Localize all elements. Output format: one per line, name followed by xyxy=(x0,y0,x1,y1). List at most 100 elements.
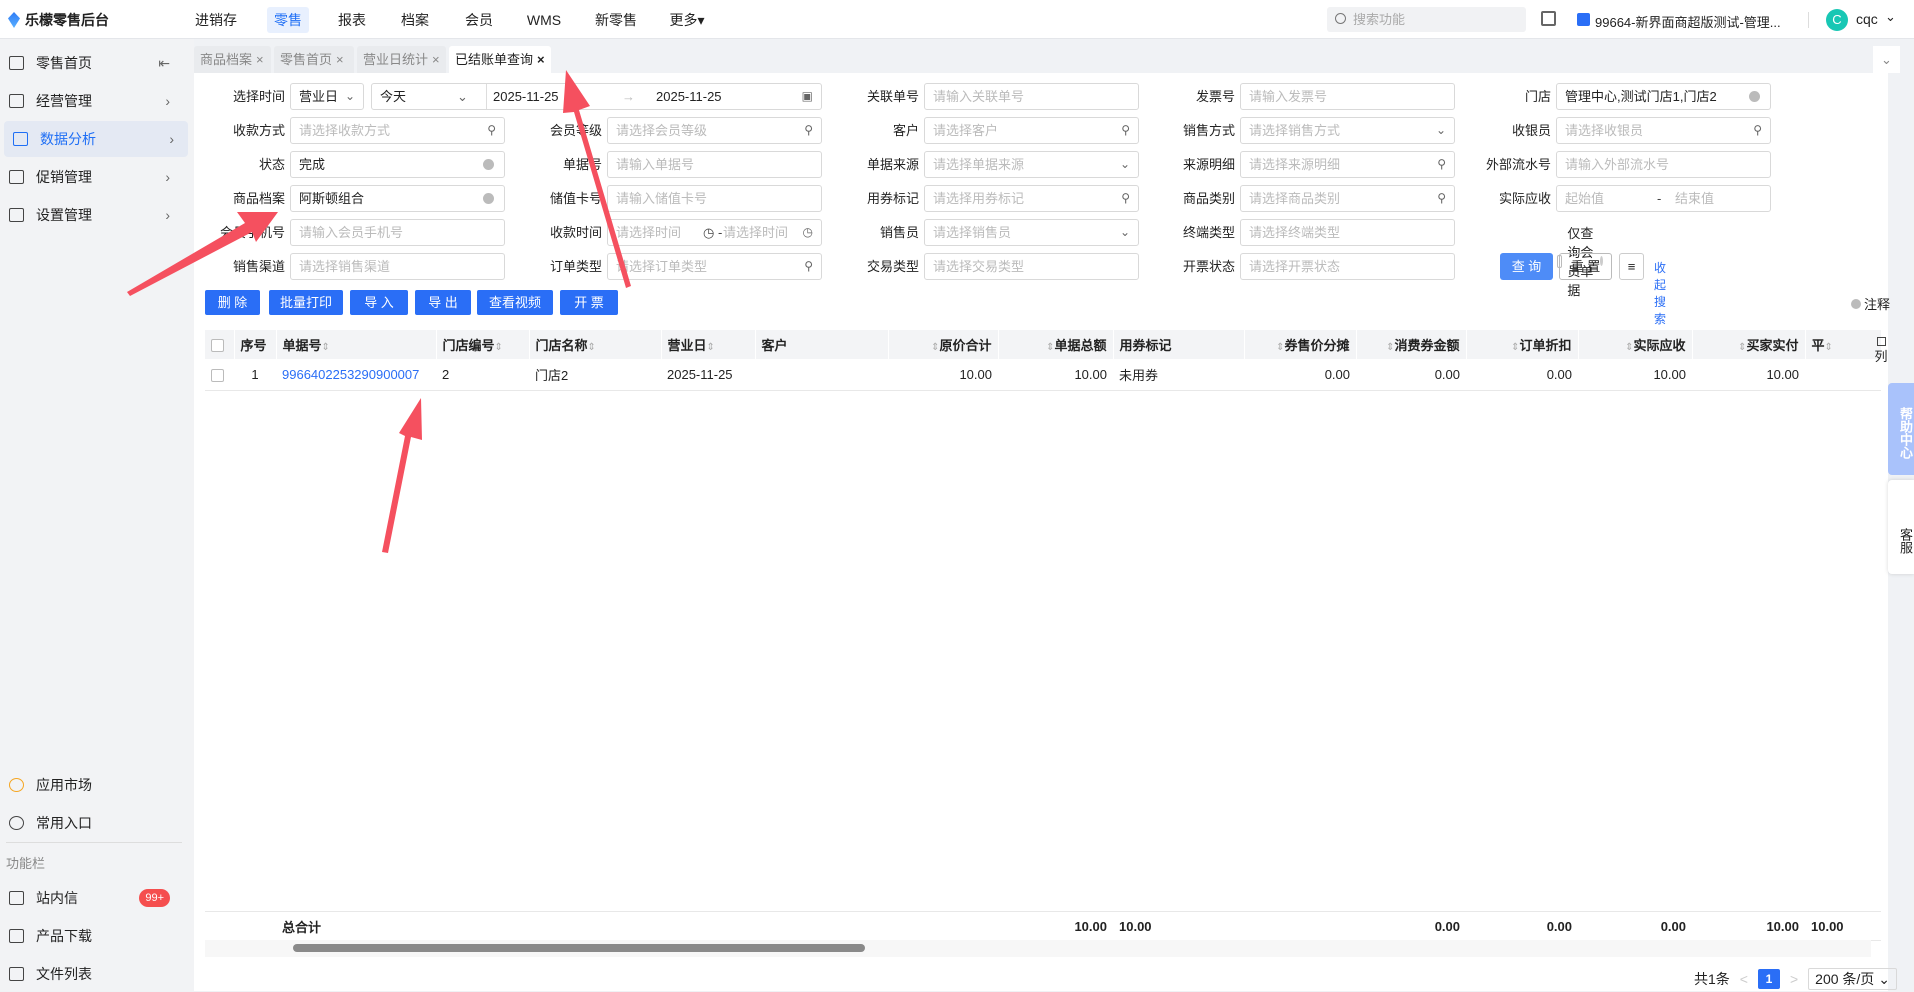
collapse-sidebar-icon[interactable]: ⇤ xyxy=(158,45,170,81)
tab[interactable]: 零售首页 × xyxy=(274,46,354,73)
filter-input[interactable]: 请选择会员等级 ⚲ xyxy=(607,117,822,144)
page-size-select[interactable]: 200 条/页 ⌄ xyxy=(1808,968,1897,990)
column-header[interactable]: ⇕单据总额 xyxy=(998,330,1114,359)
topnav-item[interactable]: 新零售 xyxy=(588,7,644,33)
query-button[interactable]: 查 询 xyxy=(1500,253,1553,280)
close-icon[interactable]: × xyxy=(537,52,545,67)
filter-input[interactable]: 请输入关联单号 xyxy=(924,83,1139,110)
print-icon[interactable] xyxy=(1541,11,1556,26)
select-all-checkbox[interactable] xyxy=(205,330,235,359)
sidebar-item[interactable]: 促销管理 › xyxy=(0,159,184,195)
checkbox[interactable] xyxy=(211,339,224,353)
close-icon[interactable]: × xyxy=(336,52,344,67)
clear-icon[interactable] xyxy=(483,159,494,170)
chevron-down-icon[interactable]: ⌄ xyxy=(1885,9,1896,25)
column-header[interactable]: 平⇕ xyxy=(1805,330,1882,359)
reset-button[interactable]: 重 置 xyxy=(1559,253,1612,280)
column-header[interactable]: 门店编号⇕ xyxy=(436,330,530,359)
time-type-select[interactable]: 营业日 ⌄ xyxy=(290,83,364,110)
chevron-right-icon[interactable]: › xyxy=(165,159,170,195)
filter-input[interactable]: 管理中心,测试门店1,门店2 xyxy=(1556,83,1771,110)
filter-input[interactable]: 请选择单据来源 ⌄ xyxy=(924,151,1139,178)
column-header[interactable]: 门店名称⇕ xyxy=(529,330,662,359)
column-header[interactable]: ⇕订单折扣 xyxy=(1466,330,1579,359)
tab[interactable]: 商品档案 × xyxy=(194,46,271,73)
topnav-item[interactable]: WMS xyxy=(520,7,568,33)
sidebar-item[interactable]: 应用市场 xyxy=(0,767,184,803)
tab[interactable]: 营业日统计 × xyxy=(357,46,446,73)
topnav-item[interactable]: 会员 xyxy=(458,7,500,33)
column-header[interactable]: ⇕买家实付 xyxy=(1692,330,1806,359)
sidebar-item[interactable]: 设置管理 › xyxy=(0,197,184,233)
topnav-item[interactable]: 零售 xyxy=(267,7,309,33)
collapse-search-link[interactable]: 收起搜索 xyxy=(1654,259,1666,327)
topnav-item[interactable]: 档案 xyxy=(394,7,436,33)
sidebar-tool-item[interactable]: 产品下载 xyxy=(0,918,184,954)
username[interactable]: cqc xyxy=(1856,11,1878,27)
close-icon[interactable]: × xyxy=(432,52,440,67)
filter-input[interactable]: 起始值 - 结束值 xyxy=(1556,185,1771,212)
filter-input[interactable]: 请选择销售渠道 xyxy=(290,253,505,280)
filter-input[interactable]: 请输入会员手机号 xyxy=(290,219,505,246)
chevron-right-icon[interactable]: › xyxy=(169,121,174,157)
tabs-dropdown-button[interactable]: ⌄ xyxy=(1873,46,1900,73)
sidebar-item[interactable]: 零售首页 ⇤ xyxy=(0,45,184,81)
help-center-button[interactable]: 帮助中心 xyxy=(1888,383,1914,475)
filter-input[interactable]: 请选择用券标记 ⚲ xyxy=(924,185,1139,212)
sort-icon[interactable]: ⇕ xyxy=(495,342,503,353)
filter-input[interactable]: 请选择商品类别 ⚲ xyxy=(1240,185,1455,212)
sort-icon[interactable]: ⇕ xyxy=(707,342,715,353)
action-button[interactable]: 导 出 xyxy=(415,290,471,315)
prev-page-button[interactable]: < xyxy=(1740,971,1748,987)
sidebar-item[interactable]: 经营管理 › xyxy=(0,83,184,119)
topnav-item[interactable]: 更多▾ xyxy=(662,7,711,33)
action-button[interactable]: 删 除 xyxy=(205,290,260,315)
row-checkbox[interactable] xyxy=(205,359,234,391)
filter-input[interactable]: 请选择销售方式 ⌄ xyxy=(1240,117,1455,144)
avatar[interactable]: C xyxy=(1826,9,1848,31)
page-1-button[interactable]: 1 xyxy=(1757,969,1780,989)
column-header[interactable]: ⇕券售价分摊 xyxy=(1244,330,1357,359)
horizontal-scrollbar[interactable] xyxy=(205,940,1871,957)
note-link[interactable]: 注释 xyxy=(1851,294,1890,313)
sidebar-tool-item[interactable]: 站内信 99+ xyxy=(0,880,184,916)
action-button[interactable]: 查看视频 xyxy=(477,290,553,315)
sort-icon[interactable]: ⇕ xyxy=(1825,342,1833,353)
topnav-item[interactable]: 进销存 xyxy=(188,7,244,33)
clear-icon[interactable] xyxy=(483,193,494,204)
filter-input[interactable]: 请选择收款方式 ⚲ xyxy=(290,117,505,144)
customer-service-button[interactable]: 客服 xyxy=(1888,480,1914,574)
table-row[interactable]: 1 9966402253290900007 2 门店2 2025-11-25 10.00 1… xyxy=(205,359,1881,391)
column-header[interactable]: ⇕实际应收 xyxy=(1578,330,1693,359)
filter-settings-icon[interactable]: ≡ xyxy=(1619,253,1644,280)
tab[interactable]: 已结账单查询 × xyxy=(449,46,551,73)
topnav-item[interactable]: 报表 xyxy=(331,7,373,33)
action-button[interactable]: 批量打印 xyxy=(269,290,343,315)
sort-icon[interactable]: ⇕ xyxy=(322,342,330,353)
filter-input[interactable]: 请选择销售员 ⌄ xyxy=(924,219,1139,246)
store-selector[interactable]: 99664-新界面商超版测试-管理... xyxy=(1595,12,1781,31)
sort-icon[interactable]: ⇕ xyxy=(588,342,596,353)
scrollbar-thumb[interactable] xyxy=(293,944,865,952)
sidebar-tool-item[interactable]: 文件列表 xyxy=(0,956,184,992)
filter-input[interactable]: 请选择来源明细 ⚲ xyxy=(1240,151,1455,178)
chevron-right-icon[interactable]: › xyxy=(165,83,170,119)
sidebar-item[interactable]: 数据分析 › xyxy=(4,121,188,157)
filter-input[interactable]: 请选择时间 ◷ - 请选择时间 ◷ xyxy=(607,219,822,246)
column-settings-button[interactable]: 列 xyxy=(1873,335,1889,366)
filter-input[interactable]: 请输入发票号 xyxy=(1240,83,1455,110)
filter-input[interactable]: 请选择交易类型 xyxy=(924,253,1139,280)
sidebar-item[interactable]: 常用入口 xyxy=(0,805,184,841)
column-header[interactable]: 单据号⇕ xyxy=(276,330,437,359)
time-range-select[interactable]: 今天 ⌄ 2025-11-25 → 2025-11-25 ▣ xyxy=(371,83,822,110)
column-header[interactable]: ⇕原价合计 xyxy=(888,330,999,359)
function-search-input[interactable]: 搜索功能 xyxy=(1327,7,1526,32)
filter-input[interactable]: 完成 xyxy=(290,151,505,178)
next-page-button[interactable]: > xyxy=(1790,971,1798,987)
column-header[interactable]: 营业日⇕ xyxy=(661,330,756,359)
filter-input[interactable]: 请选择终端类型 xyxy=(1240,219,1455,246)
action-button[interactable]: 开 票 xyxy=(560,290,618,315)
end-date[interactable]: 2025-11-25 xyxy=(656,84,722,109)
column-header[interactable]: ⇕消费券金额 xyxy=(1356,330,1467,359)
action-button[interactable]: 导 入 xyxy=(350,290,408,315)
